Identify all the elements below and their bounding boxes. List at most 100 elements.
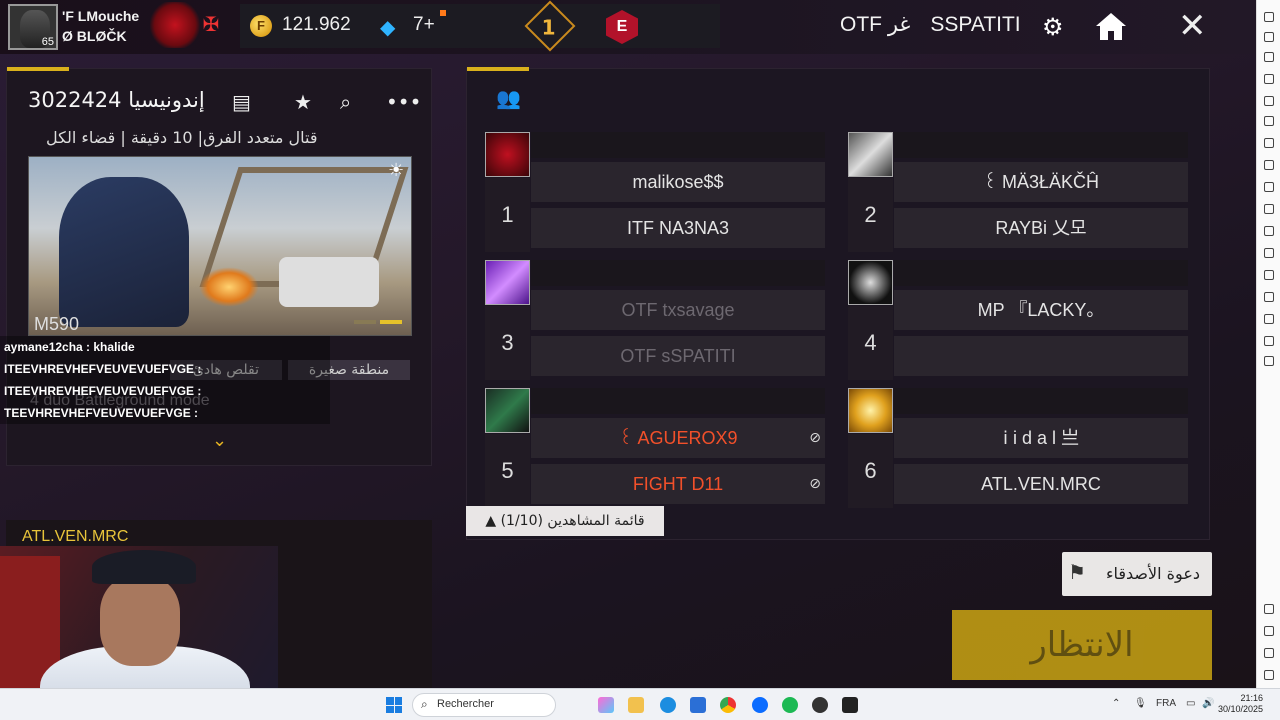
side-tool-icon[interactable] <box>1264 204 1274 214</box>
language-indicator[interactable]: FRA <box>1156 698 1176 709</box>
add-friend-flag-icon: ⚑ <box>1068 560 1086 584</box>
panel-accent-bar <box>467 67 529 71</box>
stream-chat-overlay: aymane12cha : khalide ITEEVHREVHEFVEUVEV… <box>0 336 330 424</box>
panel-accent-bar <box>7 67 69 71</box>
team-avatar <box>848 388 893 433</box>
more-options-icon[interactable]: ••• <box>386 90 421 114</box>
team-number: 4 <box>848 306 893 380</box>
side-tool-icon[interactable] <box>1264 138 1274 148</box>
guild-badge[interactable] <box>150 2 200 48</box>
team-slot-2[interactable]: 2 ꒰ MÄ3ŁÄKČĤ RAYBi 乂모 <box>848 132 1190 252</box>
home-icon[interactable] <box>1094 10 1128 42</box>
side-tool-icon[interactable] <box>1264 270 1274 280</box>
side-tool-icon[interactable] <box>1264 248 1274 258</box>
tray-chevron-icon[interactable]: ⌃ <box>1112 698 1120 709</box>
diamond-balance[interactable]: 7+ <box>413 14 435 36</box>
player-slot[interactable]: OTF txsavage <box>531 290 825 330</box>
side-tool-icon[interactable] <box>1264 226 1274 236</box>
player-slot[interactable]: RAYBi 乂모 <box>894 208 1188 248</box>
waiting-button[interactable]: الانتظار <box>952 610 1212 680</box>
streamer-webcam <box>0 546 278 688</box>
side-tool-icon[interactable] <box>1264 116 1274 126</box>
clock-date: 30/10/2025 <box>1218 704 1264 714</box>
spectator-list-label: (1/10) قائمة المشاهدين <box>500 513 645 529</box>
clock-time: 21:16 <box>1240 693 1264 703</box>
copy-icon[interactable]: ▤ <box>232 90 251 114</box>
team-slot-5[interactable]: 5 ꒰ AGUEROX9 ⊘ FIGHT D11 ⊘ <box>485 388 827 508</box>
team-number: 6 <box>848 434 893 508</box>
player-name-line1: 'F LMouche <box>62 8 140 24</box>
notification-dot <box>440 10 446 16</box>
player-slot[interactable] <box>894 336 1188 376</box>
home-icon[interactable] <box>1264 648 1274 658</box>
store-icon[interactable] <box>690 697 706 713</box>
settings-icon[interactable] <box>1264 604 1274 614</box>
edge-browser-icon[interactable] <box>660 697 676 713</box>
terminal-icon[interactable] <box>842 697 858 713</box>
guild-emblem-icon[interactable]: ✠ <box>198 12 224 38</box>
team-slot-4[interactable]: 4 MP 『LACKY。 <box>848 260 1190 380</box>
side-tool-icon[interactable] <box>1264 356 1274 366</box>
player-slot[interactable]: ⅰ i d a l 亗 <box>894 418 1188 458</box>
map-preview-image <box>28 156 412 336</box>
team-slot-3[interactable]: 3 OTF txsavage OTF sSPATITI <box>485 260 827 380</box>
side-tool-icon[interactable] <box>1264 74 1274 84</box>
player-slot[interactable]: malikose$$ <box>531 162 825 202</box>
team-avatar <box>848 260 893 305</box>
player-slot[interactable]: ꒰ MÄ3ŁÄKČĤ <box>894 162 1188 202</box>
player-name-line2: Ø BLØČK <box>62 28 127 44</box>
team-number: 1 <box>485 178 530 252</box>
chat-message: TEEVHREVHEFVEUVEVUEFVGE : <box>0 402 330 424</box>
invite-label: دعوة الأصدقاء <box>1105 564 1200 583</box>
player-slot[interactable]: FIGHT D11 <box>531 464 825 504</box>
chevron-up-icon: ▲ <box>485 513 501 529</box>
player-slot[interactable]: ꒰ AGUEROX9 <box>531 418 825 458</box>
favorite-star-icon[interactable]: ★ <box>294 90 312 114</box>
close-icon[interactable]: ✕ <box>1178 9 1207 43</box>
chat-message: aymane12cha : khalide <box>0 336 330 358</box>
side-tool-icon[interactable] <box>1264 336 1274 346</box>
chrome-icon[interactable] <box>720 697 736 713</box>
player-slot[interactable]: ITF NA3NA3 <box>531 208 825 248</box>
mic-icon[interactable]: 🎙 <box>1134 698 1147 709</box>
side-tool-icon[interactable] <box>1264 96 1274 106</box>
side-tool-icon[interactable] <box>1264 314 1274 324</box>
recent-apps-icon[interactable] <box>1264 670 1274 680</box>
host-tag: OTF غر <box>840 13 911 36</box>
team-slot-6[interactable]: 6 ⅰ i d a l 亗 ATL.VEN.MRC <box>848 388 1190 508</box>
host-info: OTF غر SSPATITI <box>840 12 1021 37</box>
team-number: 5 <box>485 434 530 508</box>
team-avatar <box>485 132 530 177</box>
app-icon[interactable] <box>752 697 768 713</box>
chat-message: ITEEVHREVHEFVEUVEVUEFVGE : <box>0 358 330 380</box>
side-toolbar <box>1256 0 1280 688</box>
volume-icon[interactable]: 🔊 <box>1202 698 1214 709</box>
room-details-icon[interactable]: ⌕ <box>340 90 351 114</box>
side-tool-icon[interactable] <box>1264 12 1274 22</box>
obs-icon[interactable] <box>812 697 828 713</box>
player-slot[interactable]: OTF sSPATITI <box>531 336 825 376</box>
side-tool-icon[interactable] <box>1264 32 1274 42</box>
side-tool-icon[interactable] <box>1264 292 1274 302</box>
spotify-icon[interactable] <box>782 697 798 713</box>
back-icon[interactable] <box>1264 626 1274 636</box>
taskbar-search[interactable]: ⌕ Rechercher <box>412 693 556 717</box>
expand-chevron-icon[interactable]: ⌄ <box>212 430 227 451</box>
player-avatar[interactable]: 65 <box>8 4 58 50</box>
team-slot-1[interactable]: 1 malikose$$ ITF NA3NA3 <box>485 132 827 252</box>
team-members-icon[interactable]: 👥 <box>496 86 521 110</box>
side-tool-icon[interactable] <box>1264 160 1274 170</box>
player-slot[interactable]: MP 『LACKY。 <box>894 290 1188 330</box>
network-icon[interactable]: ▭ <box>1186 698 1195 709</box>
side-tool-icon[interactable] <box>1264 182 1274 192</box>
muted-mic-icon: ⊘ <box>809 476 821 492</box>
daytime-sun-icon: ☀ <box>388 160 405 181</box>
player-slot[interactable]: ATL.VEN.MRC <box>894 464 1188 504</box>
clock[interactable]: 21:16 30/10/2025 <box>1218 693 1263 715</box>
settings-gear-icon[interactable]: ⚙ <box>1042 13 1064 41</box>
spectator-list-button[interactable]: ▲ (1/10) قائمة المشاهدين <box>466 506 664 536</box>
copilot-icon[interactable] <box>598 697 614 713</box>
windows-start-icon[interactable] <box>386 697 402 713</box>
file-explorer-icon[interactable] <box>628 697 644 713</box>
side-tool-icon[interactable] <box>1264 52 1274 62</box>
